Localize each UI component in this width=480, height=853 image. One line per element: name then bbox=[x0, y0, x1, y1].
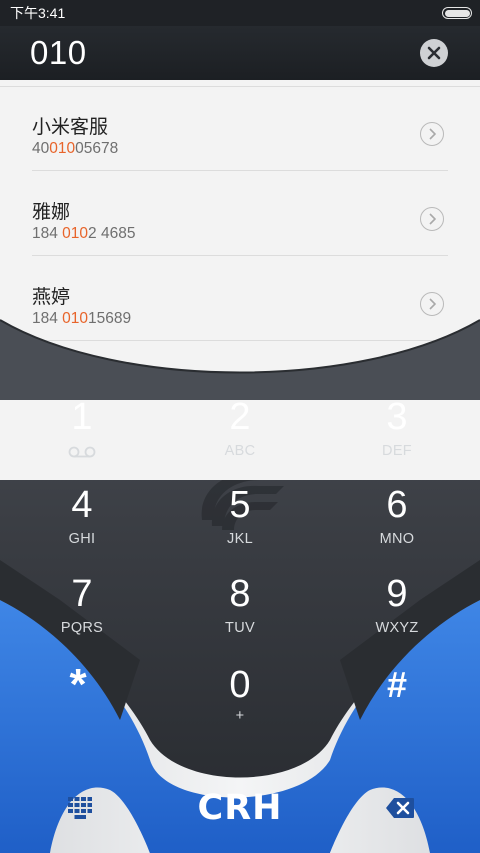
key-1[interactable]: 1 bbox=[22, 396, 142, 476]
key-letters: PQRS bbox=[60, 620, 104, 636]
key-digit: 5 bbox=[229, 484, 251, 526]
key-digit: 8 bbox=[229, 573, 251, 615]
key-letters: ABC bbox=[224, 443, 256, 459]
key-digit: 9 bbox=[386, 573, 408, 615]
key-digit: 3 bbox=[386, 396, 408, 438]
key-digit: 6 bbox=[386, 484, 408, 526]
contact-detail-button[interactable] bbox=[420, 207, 444, 231]
key-digit: 0 bbox=[229, 664, 251, 706]
close-icon bbox=[427, 46, 441, 60]
keypad-top-curve bbox=[0, 319, 480, 400]
key-letters: JKL bbox=[227, 531, 253, 547]
key-letters: TUV bbox=[225, 620, 255, 636]
key-letters: + bbox=[235, 708, 245, 724]
key-digit: * bbox=[69, 660, 87, 709]
key-letters: DEF bbox=[382, 443, 412, 459]
key-4[interactable]: 4 GHI bbox=[22, 484, 142, 564]
key-6[interactable]: 6 MNO bbox=[337, 484, 457, 564]
key-hash[interactable]: # bbox=[337, 664, 457, 744]
key-letters: MNO bbox=[379, 531, 415, 547]
key-7[interactable]: 7 PQRS bbox=[22, 573, 142, 653]
key-8[interactable]: 8 TUV bbox=[180, 573, 300, 653]
key-letters: WXYZ bbox=[375, 620, 419, 636]
status-bar: 下午3:41 bbox=[0, 0, 480, 26]
key-9[interactable]: 9 WXYZ bbox=[337, 573, 457, 653]
key-5[interactable]: 5 JKL bbox=[180, 484, 300, 564]
key-2[interactable]: 2 ABC bbox=[180, 396, 300, 476]
key-digit: 2 bbox=[229, 396, 251, 438]
brand-logo: CRH bbox=[197, 788, 283, 828]
key-3[interactable]: 3 DEF bbox=[337, 396, 457, 476]
contact-number: 184 0102 4685 bbox=[32, 225, 136, 242]
voicemail-icon bbox=[68, 446, 96, 458]
key-digit: 4 bbox=[71, 484, 93, 526]
key-letters: GHI bbox=[68, 531, 96, 547]
chevron-right-icon bbox=[429, 213, 436, 225]
backspace-button[interactable] bbox=[376, 788, 424, 828]
key-digit: 7 bbox=[71, 573, 93, 615]
key-0[interactable]: 0 + bbox=[180, 664, 300, 744]
chevron-right-icon bbox=[429, 128, 436, 140]
contact-row[interactable]: 小米客服 4001005678 bbox=[32, 86, 448, 171]
contact-row[interactable]: 雅娜 184 0102 4685 bbox=[32, 171, 448, 256]
key-star[interactable]: * bbox=[18, 660, 138, 744]
keypad-grid-icon bbox=[68, 797, 92, 819]
contact-name: 雅娜 bbox=[32, 202, 71, 223]
key-digit: 1 bbox=[71, 396, 93, 438]
contact-number: 4001005678 bbox=[32, 140, 119, 157]
dialed-number: 010 bbox=[30, 34, 87, 71]
contact-detail-button[interactable] bbox=[420, 122, 444, 146]
contact-name: 小米客服 bbox=[32, 117, 109, 138]
status-time: 下午3:41 bbox=[10, 5, 66, 21]
dialed-number-bar: 010 bbox=[0, 26, 480, 80]
toggle-keypad-button[interactable] bbox=[58, 788, 102, 828]
backspace-icon bbox=[386, 798, 414, 818]
key-digit: # bbox=[386, 664, 408, 705]
clear-number-button[interactable] bbox=[420, 39, 448, 67]
battery-icon bbox=[442, 7, 472, 19]
